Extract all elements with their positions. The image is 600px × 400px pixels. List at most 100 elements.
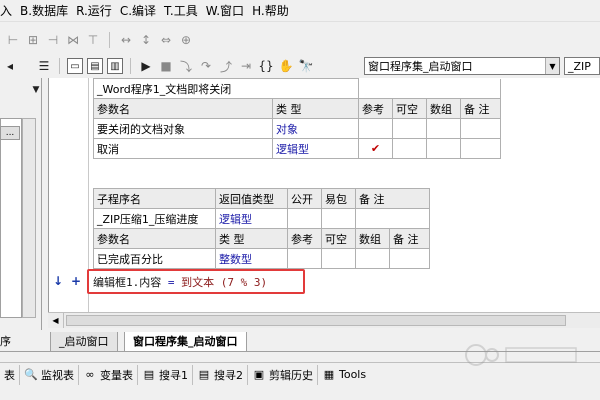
param-name[interactable]: 要关闭的文档对象 (92, 118, 274, 139)
param-note[interactable] (460, 138, 501, 159)
run-to-cursor-icon[interactable]: ⇥ (236, 56, 256, 76)
hand-icon[interactable]: ✋ (276, 56, 296, 76)
program-set-select-value: 窗口程序集_启动窗口 (368, 60, 473, 73)
param-ref[interactable] (287, 248, 322, 269)
param-array[interactable] (426, 138, 461, 159)
scrollbar-thumb[interactable] (66, 315, 566, 326)
table-header-row: 子程序名 返回值类型 公开 易包 备 注 (93, 188, 430, 209)
same-size-icon[interactable]: ⇔ (157, 31, 175, 49)
checkmark-icon[interactable]: ✔ (358, 138, 393, 159)
column-header: 返回值类型 (215, 188, 288, 209)
bottom-tab-clip-history[interactable]: ▣ 剪辑历史 (248, 364, 318, 385)
param-array[interactable] (355, 248, 390, 269)
left-panel: ▼ × ... (0, 78, 42, 330)
split-view-icon[interactable]: ▤ (87, 58, 103, 74)
column-header: 子程序名 (93, 188, 216, 209)
window-layout-icon[interactable]: ▭ (67, 58, 83, 74)
bottom-tab-table[interactable]: 表 (0, 364, 20, 385)
toolbar-separator (59, 58, 60, 74)
collapse-icon[interactable]: ◂ (0, 56, 20, 76)
align-top-icon[interactable]: ⊤ (84, 31, 102, 49)
param-nullable[interactable] (321, 248, 356, 269)
main-toolbar: ◂ ☰ ▭ ▤ ▥ ▶ ■ ⤵ ↷ ⤴ ⇥ {} ✋ 🔭 窗口程序集_启动窗口 … (0, 55, 600, 77)
distribute-h-icon[interactable]: ⋈ (64, 31, 82, 49)
param-note[interactable] (389, 248, 430, 269)
scroll-left-icon[interactable]: ◀ (48, 313, 64, 328)
bottom-tab-label: 监视表 (41, 368, 74, 382)
column-header: 参数名 (92, 98, 274, 119)
editor-gutter (49, 78, 89, 326)
alignment-toolbar: ⊢ ⊞ ⊣ ⋈ ⊤ ↔ ↕ ⇔ ⊕ (0, 30, 600, 50)
param-ref[interactable] (358, 118, 393, 139)
braces-icon[interactable]: {} (256, 56, 276, 76)
public-flag[interactable] (287, 208, 322, 229)
center-icon[interactable]: ⊕ (177, 31, 195, 49)
subroutine-name[interactable]: _ZIP压缩1_压缩进度 (93, 208, 216, 229)
panel-icon[interactable]: ▥ (107, 58, 123, 74)
program-set-select[interactable]: 窗口程序集_启动窗口 ▼ (364, 57, 560, 75)
menu-item-compile[interactable]: C.编译 (116, 0, 160, 22)
column-header: 数组 (426, 98, 461, 119)
dropdown-arrow-icon[interactable]: ▼ (26, 80, 46, 100)
left-partial-label: 序 (0, 335, 11, 348)
menu-item-input[interactable]: 入 (0, 0, 16, 22)
param-type[interactable]: 整数型 (215, 248, 288, 269)
step-into-icon[interactable]: ⤵ (176, 56, 196, 76)
chevron-down-icon[interactable]: ▼ (545, 58, 559, 74)
menu-item-tools[interactable]: T.工具 (160, 0, 202, 22)
param-note[interactable] (460, 118, 501, 139)
table-row[interactable]: 取消 逻辑型 ✔ (92, 138, 501, 159)
subroutine-name[interactable]: _Word程序1_文档即将关闭 (93, 78, 359, 99)
note[interactable] (355, 208, 430, 229)
column-header: 可空 (392, 98, 427, 119)
tab-program-set[interactable]: 窗口程序集_启动窗口 (124, 332, 247, 352)
subroutine-select[interactable]: _ZIP (564, 57, 600, 75)
table-row[interactable]: _ZIP压缩1_压缩进度 逻辑型 (93, 208, 430, 229)
menu-item-window[interactable]: W.窗口 (202, 0, 248, 22)
param-type[interactable]: 逻辑型 (272, 138, 359, 159)
step-over-icon[interactable]: ↷ (196, 56, 216, 76)
bottom-tab-watch[interactable]: 🔍 监视表 (20, 364, 79, 385)
param-name[interactable]: 取消 (92, 138, 274, 159)
table-header-row: 参数名 类 型 参考 可空 数组 备 注 (92, 98, 501, 119)
bottom-tab-search1[interactable]: ▤ 搜寻1 (138, 364, 193, 385)
expand-plus-icon[interactable]: + (71, 274, 81, 288)
param-type[interactable]: 对象 (272, 118, 359, 139)
menu-item-help[interactable]: H.帮助 (248, 0, 293, 22)
bottom-tab-tools[interactable]: ▦ Tools (318, 365, 370, 385)
param-nullable[interactable] (392, 118, 427, 139)
tab-startup-window[interactable]: _启动窗口 (50, 332, 118, 352)
align-left-icon[interactable]: ⊢ (4, 31, 22, 49)
property-list[interactable] (0, 118, 22, 318)
return-type[interactable]: 逻辑型 (215, 208, 288, 229)
step-out-icon[interactable]: ⤴ (216, 56, 236, 76)
bottom-tab-label: 表 (4, 368, 15, 382)
list-icon[interactable]: ☰ (34, 56, 54, 76)
bottom-tab-search2[interactable]: ▤ 搜寻2 (193, 364, 248, 385)
param-array[interactable] (426, 118, 461, 139)
package-flag[interactable] (321, 208, 356, 229)
align-center-icon[interactable]: ⊞ (24, 31, 42, 49)
same-width-icon[interactable]: ↔ (117, 31, 135, 49)
bottom-tab-variables[interactable]: ∞ 变量表 (79, 364, 138, 385)
code-editor[interactable]: _Word程序1_文档即将关闭 参数名 类 型 参考 可空 数组 备 注 要关闭… (48, 78, 600, 326)
bottom-tab-label: 变量表 (100, 368, 133, 382)
menu-item-database[interactable]: B.数据库 (16, 0, 72, 22)
ellipsis-button[interactable]: ... (0, 126, 20, 140)
horizontal-scrollbar[interactable]: ◀ (48, 312, 600, 328)
run-icon[interactable]: ▶ (136, 56, 156, 76)
find-icon[interactable]: 🔭 (296, 56, 316, 76)
table-header-row: 参数名 类 型 参考 可空 数组 备 注 (93, 228, 430, 249)
table-row[interactable]: 已完成百分比 整数型 (93, 248, 430, 269)
menu-item-run[interactable]: R.运行 (72, 0, 116, 22)
param-nullable[interactable] (392, 138, 427, 159)
same-height-icon[interactable]: ↕ (137, 31, 155, 49)
column-header: 参考 (358, 98, 393, 119)
variables-icon: ∞ (85, 368, 95, 381)
align-right-icon[interactable]: ⊣ (44, 31, 62, 49)
param-name[interactable]: 已完成百分比 (93, 248, 216, 269)
table-row[interactable]: 要关闭的文档对象 对象 (92, 118, 501, 139)
vertical-scrollbar[interactable] (22, 118, 36, 318)
stop-icon[interactable]: ■ (156, 56, 176, 76)
subroutine-select-value: _ZIP (568, 59, 591, 73)
